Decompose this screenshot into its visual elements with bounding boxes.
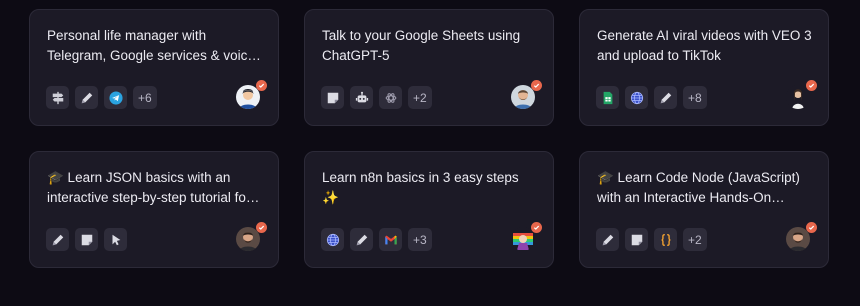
template-title: Generate AI viral videos with VEO 3 and …: [597, 28, 812, 63]
node-icons: +3: [321, 228, 432, 251]
template-card[interactable]: Learn n8n basics in 3 easy steps ✨ +3: [304, 151, 554, 268]
pencil-icon: [46, 228, 69, 251]
template-card[interactable]: Personal life manager with Telegram, Goo…: [29, 9, 279, 126]
more-nodes-count: +6: [133, 86, 157, 109]
verified-badge-icon: [806, 80, 817, 91]
telegram-icon: [104, 86, 127, 109]
pencil-icon: [75, 86, 98, 109]
sticky-note-icon: [75, 228, 98, 251]
cursor-icon: [104, 228, 127, 251]
template-title: 🎓 Learn JSON basics with an interactive …: [47, 170, 251, 205]
template-title: Talk to your Google Sheets using ChatGPT…: [322, 28, 521, 63]
creator-avatar: [786, 222, 817, 251]
more-nodes-count: +8: [683, 86, 707, 109]
template-title: 🎓 Learn Code Node (JavaScript) with an I…: [597, 170, 800, 205]
template-title: Personal life manager with Telegram, Goo…: [47, 28, 260, 63]
gmail-icon: [379, 228, 402, 251]
template-card[interactable]: Talk to your Google Sheets using ChatGPT…: [304, 9, 554, 126]
creator-avatar: [236, 222, 267, 251]
creator-avatar: [236, 80, 267, 109]
node-icons: +6: [46, 86, 157, 109]
creator-avatar: [511, 80, 542, 109]
template-title: Learn n8n basics in 3 easy steps ✨: [322, 170, 519, 205]
node-icons: +8: [596, 86, 707, 109]
signpost-icon: [46, 86, 69, 109]
creator-avatar: [511, 222, 542, 251]
verified-badge-icon: [806, 222, 817, 233]
verified-badge-icon: [531, 222, 542, 233]
globe-icon: [625, 86, 648, 109]
verified-badge-icon: [256, 222, 267, 233]
globe-icon: [321, 228, 344, 251]
google-sheets-icon: [596, 86, 619, 109]
more-nodes-count: +2: [408, 86, 432, 109]
node-icons: [46, 228, 127, 251]
verified-badge-icon: [256, 80, 267, 91]
pencil-icon: [350, 228, 373, 251]
openai-icon: [379, 86, 402, 109]
code-braces-icon: [654, 228, 677, 251]
node-icons: +2: [321, 86, 432, 109]
creator-avatar: [786, 80, 817, 109]
pencil-icon: [654, 86, 677, 109]
sticky-note-icon: [625, 228, 648, 251]
more-nodes-count: +2: [683, 228, 707, 251]
template-card[interactable]: 🎓 Learn Code Node (JavaScript) with an I…: [579, 151, 829, 268]
sticky-note-icon: [321, 86, 344, 109]
node-icons: +2: [596, 228, 707, 251]
template-card[interactable]: 🎓 Learn JSON basics with an interactive …: [29, 151, 279, 268]
template-card[interactable]: Generate AI viral videos with VEO 3 and …: [579, 9, 829, 126]
verified-badge-icon: [531, 80, 542, 91]
more-nodes-count: +3: [408, 228, 432, 251]
pencil-icon: [596, 228, 619, 251]
robot-icon: [350, 86, 373, 109]
